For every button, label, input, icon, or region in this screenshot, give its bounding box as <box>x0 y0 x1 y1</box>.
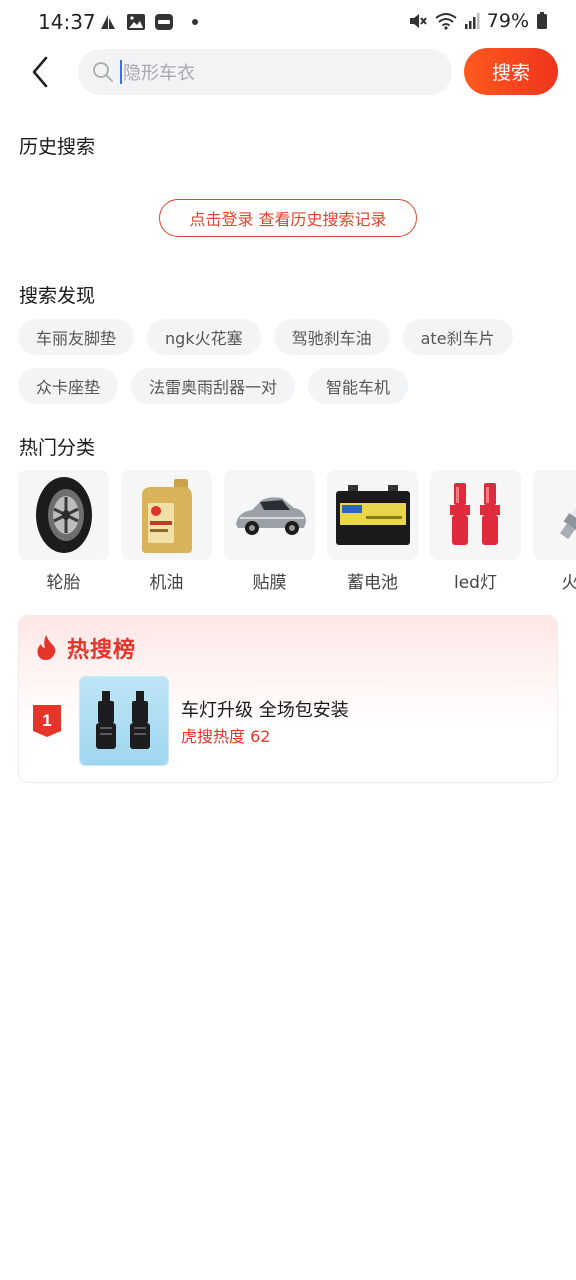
signal-icon <box>464 13 480 29</box>
tire-icon <box>18 470 109 560</box>
history-title: 历史搜索 <box>19 136 96 158</box>
search-input[interactable]: 隐形车衣 <box>78 49 452 95</box>
back-arrow-icon <box>32 56 48 88</box>
category-label: led灯 <box>454 573 497 593</box>
search-icon <box>93 62 113 82</box>
login-to-view-history-button[interactable]: 点击登录 查看历史搜索记录 <box>159 199 417 237</box>
spark-plug-icon <box>533 470 576 560</box>
category-engine-oil[interactable]: 机油 <box>121 470 212 600</box>
category-tire[interactable]: 轮胎 <box>18 470 109 600</box>
mute-icon <box>409 14 427 28</box>
hot-search-title: 热搜榜 <box>67 638 137 663</box>
discover-tag[interactable]: 驾驰刹车油 <box>273 319 390 355</box>
discover-title: 搜索发现 <box>19 285 96 307</box>
rank-number: 1 <box>42 711 51 730</box>
category-spark-plug[interactable]: 火花 <box>533 470 576 600</box>
discover-tag[interactable]: ate刹车片 <box>402 319 513 355</box>
battery-icon <box>327 470 418 560</box>
hot-item-heat: 虎搜热度 62 <box>181 727 271 746</box>
categories-title: 热门分类 <box>19 437 96 459</box>
text-cursor <box>120 60 122 84</box>
category-label: 蓄电池 <box>347 573 398 593</box>
category-led-light[interactable]: led灯 <box>430 470 521 600</box>
discover-tag[interactable]: 车丽友脚垫 <box>18 319 135 355</box>
battery-icon <box>537 12 547 29</box>
engine-oil-icon <box>121 470 212 560</box>
category-strip: 轮胎 机油 贴膜 蓄电池 led灯 火花 <box>18 470 576 600</box>
discover-tags: 车丽友脚垫 ngk火花塞 驾驰刹车油 ate刹车片 众卡座垫 法雷奥雨刮器一对 … <box>18 319 558 417</box>
hot-item-title: 车灯升级 全场包安装 <box>181 700 349 721</box>
category-label: 轮胎 <box>46 573 81 593</box>
led-bulb-icon <box>430 470 521 560</box>
car-film-icon <box>224 470 315 560</box>
status-right: 79% <box>408 10 548 32</box>
search-button[interactable]: 搜索 <box>464 48 558 95</box>
search-placeholder: 隐形车衣 <box>123 63 195 84</box>
app-notification-icon <box>155 14 173 30</box>
notification-icons <box>98 13 198 31</box>
hot-search-card: 热搜榜 1 车灯升级 全场包安装 虎搜热度 62 <box>18 615 558 783</box>
sail-notification-icon <box>101 15 115 29</box>
discover-tag[interactable]: 智能车机 <box>308 368 409 404</box>
back-button[interactable] <box>22 52 58 92</box>
flame-icon <box>37 635 56 660</box>
battery-percent: 79% <box>486 10 529 32</box>
category-car-film[interactable]: 贴膜 <box>224 470 315 600</box>
hot-item-thumbnail <box>79 676 169 766</box>
category-battery[interactable]: 蓄电池 <box>327 470 418 600</box>
discover-tag[interactable]: ngk火花塞 <box>147 319 261 355</box>
discover-tag[interactable]: 法雷奥雨刮器一对 <box>131 368 296 404</box>
gallery-notification-icon <box>127 14 145 30</box>
category-label: 火花 <box>561 573 576 593</box>
category-label: 贴膜 <box>252 573 287 593</box>
discover-tag[interactable]: 众卡座垫 <box>18 368 119 404</box>
wifi-icon <box>435 13 457 30</box>
tag-row: 众卡座垫 法雷奥雨刮器一对 智能车机 <box>18 368 558 404</box>
rank-badge: 1 <box>33 705 61 737</box>
more-notifications-dot <box>192 19 198 25</box>
status-time: 14:37 <box>38 10 96 34</box>
tag-row: 车丽友脚垫 ngk火花塞 驾驰刹车油 ate刹车片 <box>18 319 558 355</box>
category-label: 机油 <box>149 573 184 593</box>
status-bar: 14:37 79% <box>0 0 576 44</box>
